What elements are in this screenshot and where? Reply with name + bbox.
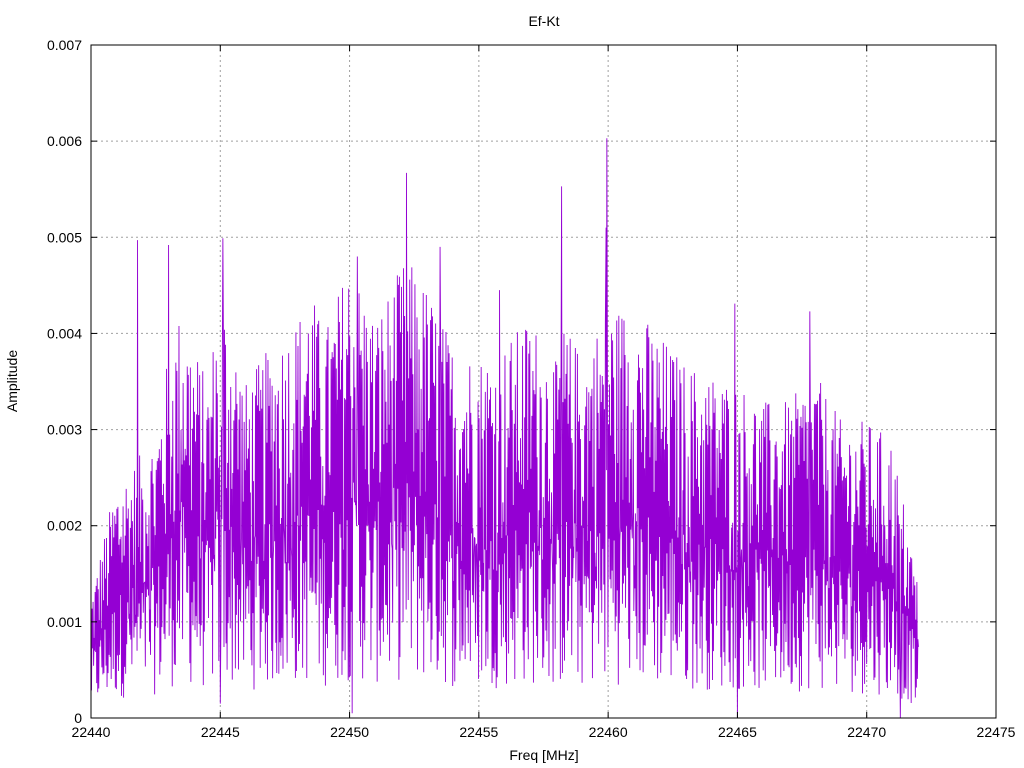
y-tick-label: 0	[74, 710, 82, 726]
spectrum-chart: 22440 22445 22450 22455 22460 22465 22470 22475…	[4, 13, 1016, 763]
y-tick-label: 0.007	[47, 37, 82, 53]
y-tick-label: 0.001	[47, 614, 82, 630]
chart-title: Ef-Kt	[528, 13, 559, 29]
y-tick-label: 0.006	[47, 133, 82, 149]
x-tick-label: 22450	[330, 724, 369, 740]
x-tick-label: 22445	[201, 724, 240, 740]
y-tick-label: 0.003	[47, 422, 82, 438]
x-axis-label: Freq [MHz]	[509, 747, 578, 763]
series-line	[90, 138, 919, 719]
y-tick-label: 0.005	[47, 229, 82, 245]
y-tick-label: 0.004	[47, 325, 82, 341]
x-tick-label: 22460	[589, 724, 628, 740]
x-tick-label: 22475	[977, 724, 1016, 740]
y-axis-label: Amplitude	[4, 350, 20, 412]
y-tick-label: 0.002	[47, 518, 82, 534]
x-tick-label: 22470	[847, 724, 886, 740]
series-amplitude	[90, 138, 919, 719]
x-tick-label: 22455	[459, 724, 498, 740]
x-tick-label: 22440	[72, 724, 111, 740]
x-tick-label: 22465	[718, 724, 757, 740]
